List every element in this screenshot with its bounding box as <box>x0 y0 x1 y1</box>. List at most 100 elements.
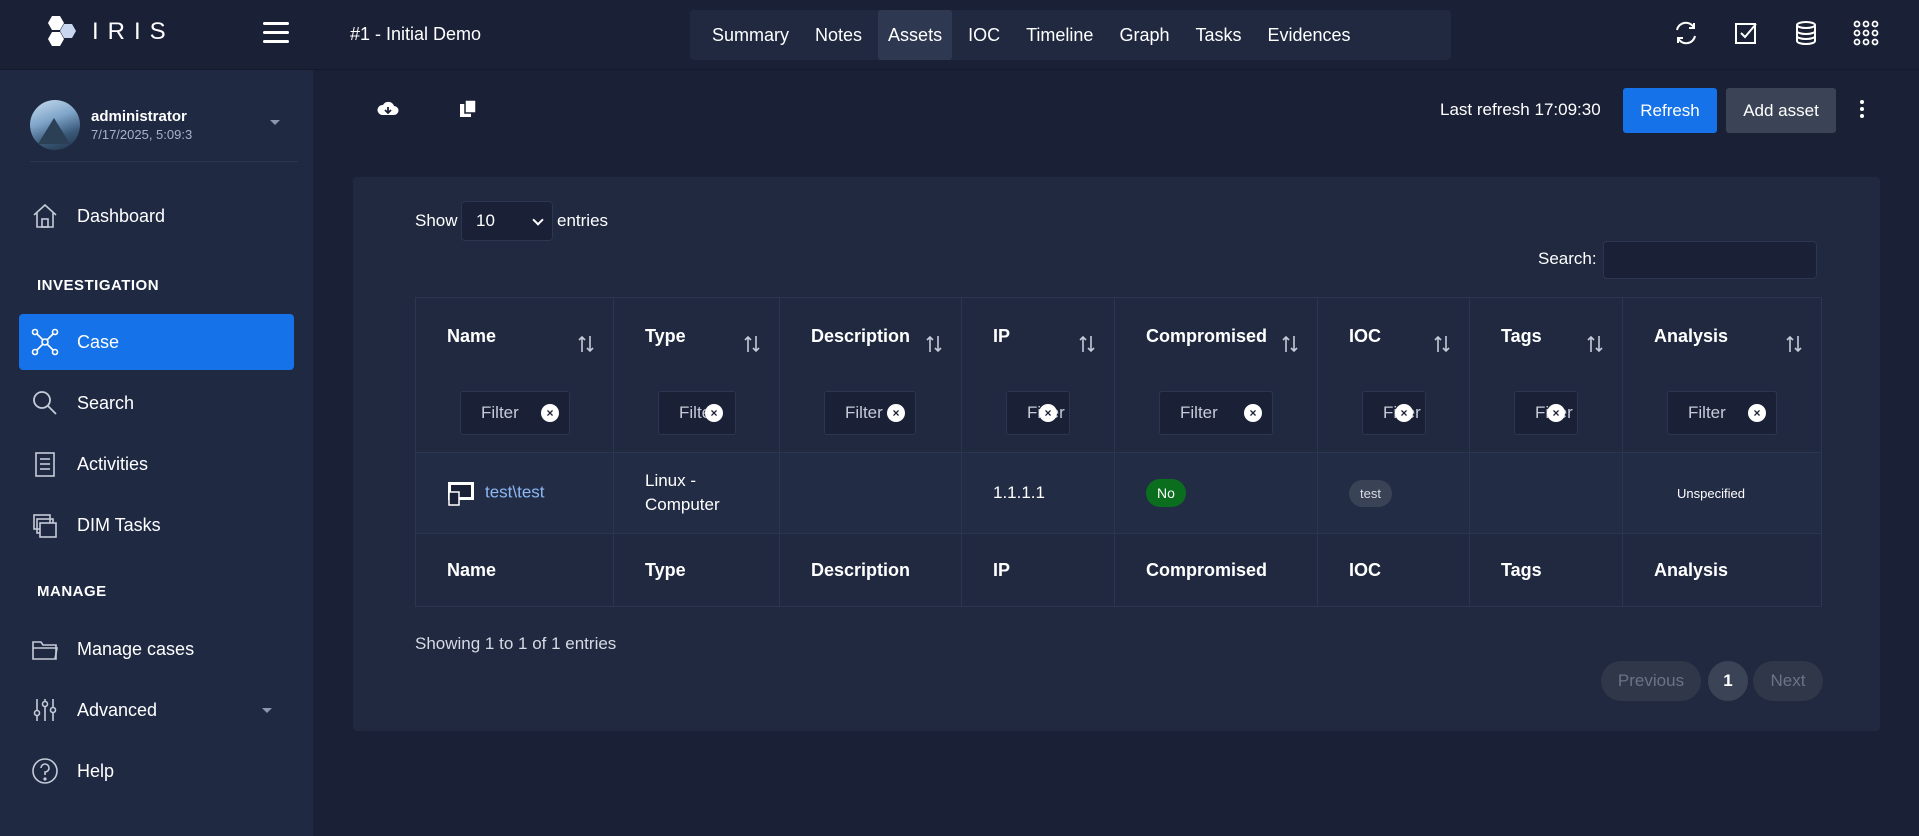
help-icon <box>32 758 58 784</box>
tab-assets[interactable]: Assets <box>878 10 953 60</box>
sidebar-item-label: Advanced <box>77 699 158 720</box>
chevron-down-icon[interactable] <box>262 708 272 713</box>
column-header-compromised[interactable]: Compromised <box>1114 297 1318 375</box>
cell-description <box>779 452 962 534</box>
column-title: IOC <box>1349 325 1382 346</box>
sidebar-item-case[interactable]: Case <box>19 314 294 370</box>
sort-icon[interactable] <box>925 334 943 354</box>
filter-input-name[interactable]: Filter × <box>460 391 570 436</box>
refresh-button[interactable]: Refresh <box>1623 88 1717 133</box>
sidebar-item-manage-cases[interactable]: Manage cases <box>19 621 294 677</box>
user-panel[interactable]: administrator 7/17/2025, 5:09:3 <box>30 100 298 162</box>
pagination-next[interactable]: Next <box>1753 661 1823 701</box>
more-options-icon[interactable] <box>1860 100 1866 120</box>
column-header-ip[interactable]: IP <box>961 297 1115 375</box>
footer-ip: IP <box>961 533 1115 607</box>
filter-input-type[interactable]: Filter × <box>658 391 736 436</box>
tab-notes[interactable]: Notes <box>805 10 872 60</box>
assets-toolbar: Last refresh 17:09:30 Refresh Add asset <box>313 70 1919 146</box>
sort-icon[interactable] <box>1281 334 1299 354</box>
filter-input-ip[interactable]: Filter× <box>1006 391 1070 436</box>
sidebar-item-dim-tasks[interactable]: DIM Tasks <box>19 497 294 553</box>
table-footer-row: Name Type Description IP Compromised IOC… <box>415 533 1822 607</box>
brand[interactable]: IRIS <box>42 14 175 50</box>
column-header-description[interactable]: Description <box>779 297 962 375</box>
filter-input-description[interactable]: Filter × <box>824 391 916 436</box>
cloud-download-icon[interactable] <box>377 98 399 120</box>
sidebar-item-advanced[interactable]: Advanced <box>19 682 294 738</box>
footer-ioc: IOC <box>1317 533 1470 607</box>
sidebar-item-label: DIM Tasks <box>77 514 161 535</box>
tab-tasks[interactable]: Tasks <box>1185 10 1251 60</box>
column-header-tags[interactable]: Tags <box>1469 297 1623 375</box>
clear-filter-icon[interactable]: × <box>541 404 559 423</box>
clear-filter-icon[interactable]: × <box>887 404 905 423</box>
filter-row: Filter× Filter× Filter× Filter× Filter× … <box>415 374 1822 453</box>
chevron-down-icon <box>532 214 544 226</box>
type-line: Computer <box>645 495 720 514</box>
sort-icon[interactable] <box>1433 334 1451 354</box>
user-date: 7/17/2025, 5:09:3 <box>91 127 193 142</box>
iris-logo-icon <box>48 16 76 46</box>
menu-toggle-icon[interactable] <box>263 22 289 44</box>
sliders-icon <box>33 699 57 721</box>
table-row[interactable]: test\test Linux - Computer 1.1.1.1 No tes… <box>415 452 1822 534</box>
search-input[interactable] <box>1603 241 1817 279</box>
column-title: IP <box>993 325 1011 346</box>
sort-icon[interactable] <box>1785 334 1803 354</box>
cell-name: test\test <box>415 452 614 534</box>
sidebar-item-label: Activities <box>77 453 149 474</box>
computer-icon <box>448 482 474 506</box>
sidebar-item-label: Help <box>77 760 115 781</box>
sidebar-item-dashboard[interactable]: Dashboard <box>19 188 294 244</box>
column-header-ioc[interactable]: IOC <box>1317 297 1470 375</box>
filter-input-ioc[interactable]: Filter× <box>1362 391 1426 436</box>
filter-placeholder: Filter <box>1688 403 1726 423</box>
ioc-badge[interactable]: test <box>1349 479 1392 507</box>
column-header-name[interactable]: Name <box>415 297 614 375</box>
sort-icon[interactable] <box>1078 334 1096 354</box>
show-label: Show <box>415 211 458 230</box>
sort-icon[interactable] <box>577 334 595 354</box>
tab-evidences[interactable]: Evidences <box>1258 10 1361 60</box>
tab-timeline[interactable]: Timeline <box>1016 10 1103 60</box>
sidebar-item-help[interactable]: Help <box>19 743 294 799</box>
clear-filter-icon[interactable]: × <box>1244 404 1262 423</box>
tab-graph[interactable]: Graph <box>1109 10 1179 60</box>
database-icon[interactable] <box>1793 20 1819 46</box>
sort-icon[interactable] <box>1586 334 1604 354</box>
cell-ioc: test <box>1317 452 1470 534</box>
tab-summary[interactable]: Summary <box>702 10 799 60</box>
checkbox-icon[interactable] <box>1733 20 1759 46</box>
add-asset-button[interactable]: Add asset <box>1726 88 1836 133</box>
sidebar-item-search[interactable]: Search <box>19 375 294 431</box>
last-refresh-text: Last refresh 17:09:30 <box>1440 100 1601 119</box>
column-title: Tags <box>1501 325 1542 346</box>
status-badge: No <box>1146 479 1186 507</box>
pagination-previous[interactable]: Previous <box>1601 661 1701 701</box>
copy-icon[interactable] <box>457 98 479 120</box>
refresh-cycle-icon[interactable] <box>1673 20 1699 46</box>
filter-input-compromised[interactable]: Filter × <box>1159 391 1273 436</box>
column-header-analysis[interactable]: Analysis <box>1622 297 1822 375</box>
filter-placeholder: Filter <box>481 403 519 423</box>
cell-ip: 1.1.1.1 <box>961 452 1115 534</box>
footer-name: Name <box>415 533 614 607</box>
sidebar-item-activities[interactable]: Activities <box>19 436 294 492</box>
page-length-select[interactable]: 10 <box>461 201 553 241</box>
tab-ioc[interactable]: IOC <box>958 10 1010 60</box>
clear-filter-icon[interactable]: × <box>705 404 723 423</box>
filter-input-tags[interactable]: Filter× <box>1514 391 1578 436</box>
chevron-down-icon[interactable] <box>270 120 280 125</box>
column-title: Compromised <box>1146 325 1268 346</box>
clipboard-icon <box>35 452 55 477</box>
column-header-type[interactable]: Type <box>613 297 780 375</box>
apps-grid-icon[interactable] <box>1853 20 1879 46</box>
filter-input-analysis[interactable]: Filter × <box>1667 391 1777 436</box>
pagination-page-1[interactable]: 1 <box>1708 661 1748 701</box>
home-icon <box>33 203 57 228</box>
asset-name-link[interactable]: test\test <box>485 482 545 501</box>
clear-filter-icon[interactable]: × <box>1748 404 1766 423</box>
table-header-row: Name Type Description IP Compromised IOC… <box>415 297 1822 375</box>
sort-icon[interactable] <box>743 334 761 354</box>
